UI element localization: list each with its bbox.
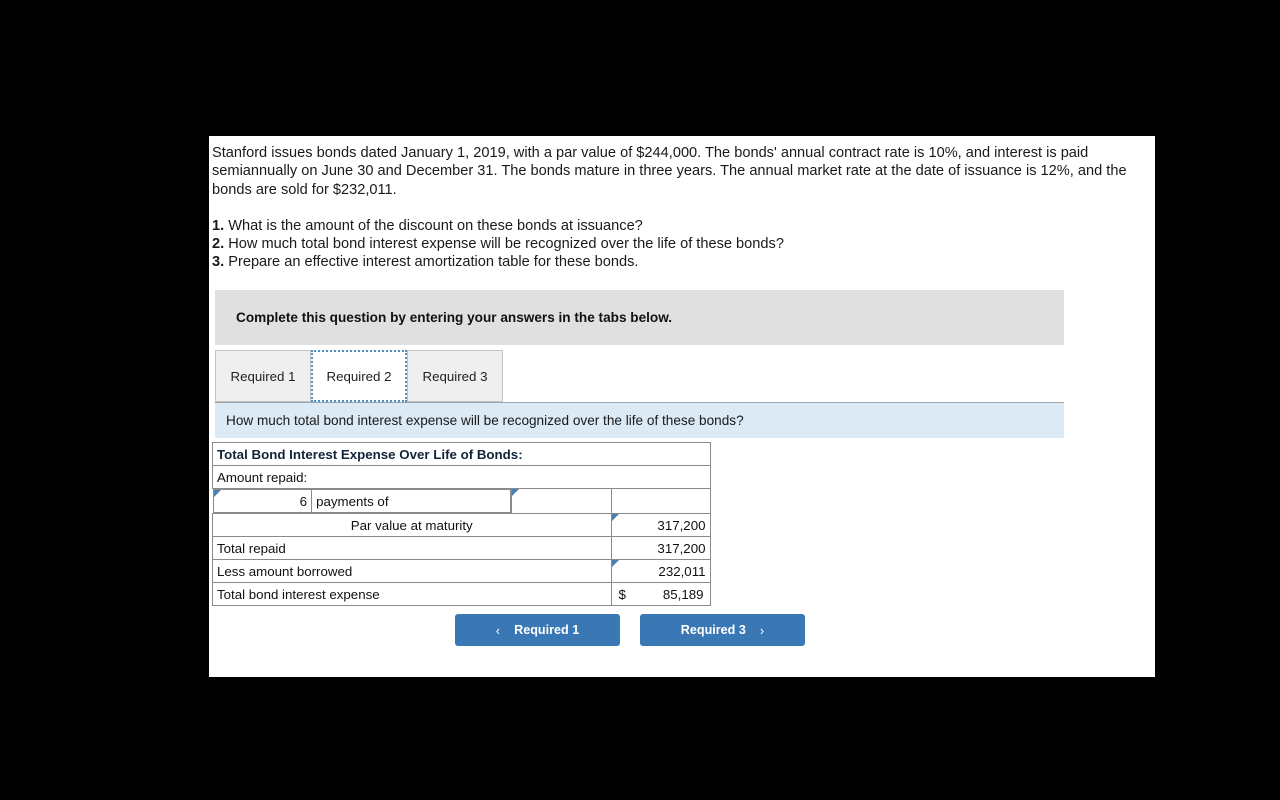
table-row-header: Total Bond Interest Expense Over Life of…: [212, 442, 711, 466]
tab-required-1[interactable]: Required 1: [215, 350, 311, 402]
row-label-total-expense: Total bond interest expense: [212, 582, 612, 606]
next-required-button[interactable]: Required 3 ›: [640, 614, 805, 646]
previous-required-button[interactable]: ‹ Required 1: [455, 614, 620, 646]
row-value-less-borrowed[interactable]: 232,011: [610, 559, 711, 583]
question-number: 3.: [212, 254, 225, 271]
table-row-payments: 6 payments of: [212, 488, 711, 514]
problem-paragraph: Stanford issues bonds dated January 1, 2…: [212, 145, 1127, 198]
payments-count-input[interactable]: 6: [212, 489, 313, 513]
tab-strip: Required 1 Required 2 Required 3: [215, 350, 1064, 403]
question-list: 1. What is the amount of the discount on…: [212, 217, 1150, 272]
screen-background: Stanford issues bonds dated January 1, 2…: [0, 0, 1280, 800]
question-number: 1.: [212, 217, 225, 234]
question-number: 2.: [212, 236, 225, 253]
tab-label: Required 2: [326, 368, 392, 384]
table-header-cell: Total Bond Interest Expense Over Life of…: [212, 442, 711, 466]
payments-cell-group: 6 payments of: [212, 488, 511, 514]
question-text: Prepare an effective interest amortizati…: [228, 254, 639, 271]
payments-amount-input[interactable]: [510, 488, 612, 514]
question-text: How much total bond interest expense wil…: [228, 236, 784, 253]
table-row: Par value at maturity 317,200: [212, 513, 711, 537]
instruction-banner: Complete this question by entering your …: [215, 290, 1064, 345]
tab-row: Required 1 Required 2 Required 3: [215, 350, 1064, 403]
table-row-total: Total bond interest expense $ 85,189: [212, 582, 711, 606]
row-label-par-value: Par value at maturity: [212, 513, 612, 537]
instruction-banner-text: Complete this question by entering your …: [236, 310, 673, 325]
table-subheader-cell: Amount repaid:: [212, 465, 711, 489]
tab-label: Required 1: [230, 368, 296, 384]
total-amount: 85,189: [662, 586, 704, 602]
question-item: 1. What is the amount of the discount on…: [212, 217, 1150, 235]
tab-label: Required 3: [422, 368, 488, 384]
problem-statement: Stanford issues bonds dated January 1, 2…: [212, 144, 1150, 272]
row-value-total-expense: $ 85,189: [610, 582, 711, 606]
table-row: Total repaid 317,200: [212, 536, 711, 560]
payments-empty-cell: [610, 488, 711, 514]
row-value-par-value[interactable]: 317,200: [610, 513, 711, 537]
chevron-right-icon: ›: [759, 622, 765, 638]
row-value-total-repaid: 317,200: [610, 536, 711, 560]
previous-button-label: Required 1: [514, 623, 580, 637]
question-item: 3. Prepare an effective interest amortiz…: [212, 253, 1150, 271]
table-row-subheader: Amount repaid:: [212, 465, 711, 489]
question-bar: How much total bond interest expense wil…: [215, 403, 1064, 438]
tab-required-2[interactable]: Required 2: [311, 350, 407, 402]
question-item: 2. How much total bond interest expense …: [212, 235, 1150, 253]
answer-table: Total Bond Interest Expense Over Life of…: [212, 442, 711, 606]
content-panel: Stanford issues bonds dated January 1, 2…: [209, 136, 1155, 677]
payments-of-label: payments of: [311, 489, 511, 513]
next-button-label: Required 3: [680, 623, 746, 637]
row-label-less-borrowed: Less amount borrowed: [212, 559, 612, 583]
question-bar-text: How much total bond interest expense wil…: [226, 413, 744, 428]
navigation-bar: ‹ Required 1 Required 3 ›: [455, 614, 1055, 646]
answer-table-wrapper: Total Bond Interest Expense Over Life of…: [212, 442, 711, 606]
table-row: Less amount borrowed 232,011: [212, 559, 711, 583]
currency-symbol: $: [618, 586, 626, 602]
row-label-total-repaid: Total repaid: [212, 536, 612, 560]
question-text: What is the amount of the discount on th…: [228, 217, 643, 234]
tab-required-3[interactable]: Required 3: [407, 350, 503, 402]
chevron-left-icon: ‹: [495, 622, 501, 638]
